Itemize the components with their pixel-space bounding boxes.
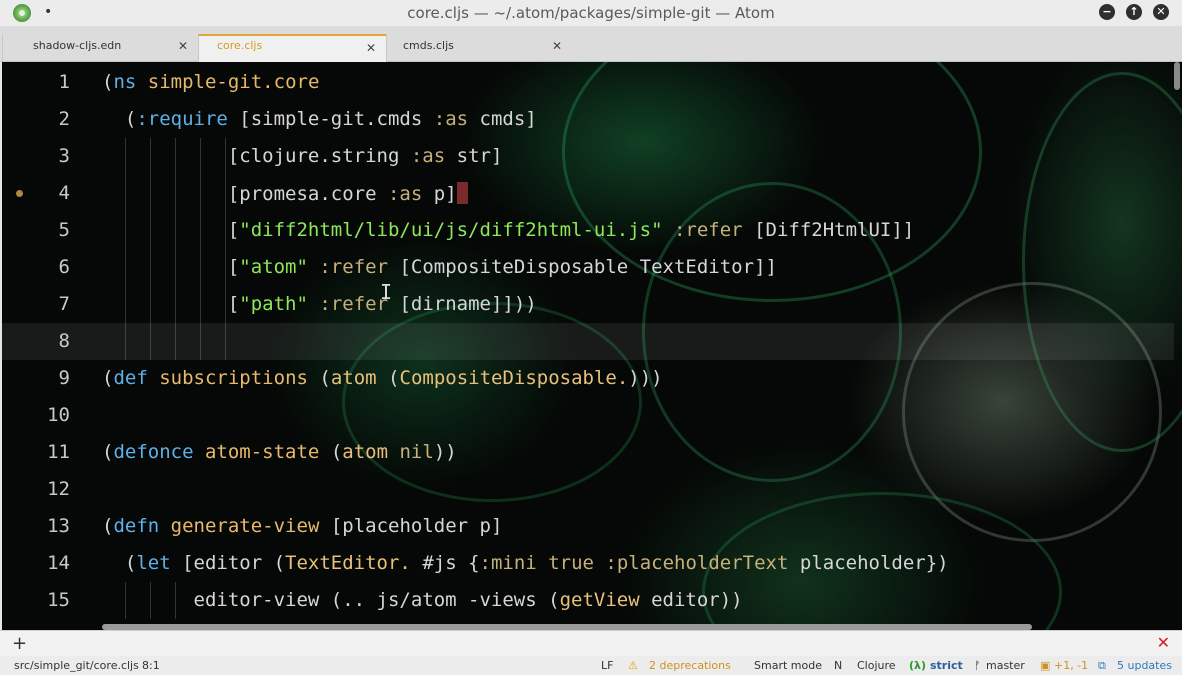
package-updates-icon: ⧉ (1098, 659, 1106, 672)
indent-guide (175, 323, 176, 360)
code-text: (let [editor (TextEditor. #js {:mini tru… (102, 552, 949, 574)
indent-guide (150, 323, 151, 360)
code-text: (def subscriptions (atom (CompositeDispo… (102, 367, 663, 389)
line-number: 10 (47, 404, 70, 426)
code-text: ["path" :refer [dirname]])) (102, 293, 537, 315)
code-text: ["diff2html/lib/ui/js/diff2html-ui.js" :… (102, 219, 915, 241)
close-window-button[interactable]: ✕ (1153, 4, 1169, 20)
package-updates[interactable]: 5 updates (1117, 659, 1172, 672)
tab-label: shadow-cljs.edn (33, 39, 122, 52)
code-editor[interactable]: 1 (ns simple-git.core 2 (:require [simpl… (2, 62, 1182, 630)
line-number: 12 (47, 478, 70, 500)
close-icon[interactable]: ✕ (178, 39, 188, 53)
close-icon[interactable]: ✕ (552, 39, 562, 53)
tab-cmds-cljs[interactable]: cmds.cljs ✕ (386, 34, 572, 62)
status-bar: src/simple_git/core.cljs 8:1 LF ⚠ 2 depr… (0, 656, 1182, 675)
code-line[interactable]: 5 ["diff2html/lib/ui/js/diff2html-ui.js"… (2, 212, 1174, 249)
bottom-panel-bar: + ✕ (0, 630, 1182, 656)
line-number: 4 (58, 182, 70, 204)
strict-mode-toggle[interactable]: strict (930, 659, 963, 672)
line-number: 9 (58, 367, 70, 389)
line-number: 1 (58, 71, 70, 93)
close-panel-button[interactable]: ✕ (1157, 633, 1170, 652)
code-line[interactable]: 3 [clojure.string :as str] (2, 138, 1174, 175)
line-number: 13 (47, 515, 70, 537)
line-number: 11 (47, 441, 70, 463)
indent-guide (125, 323, 126, 360)
indent-guide (225, 323, 226, 360)
code-text: (defn generate-view [placeholder p] (102, 515, 503, 537)
line-number: 15 (47, 589, 70, 611)
code-line[interactable]: 7 ["path" :refer [dirname]])) (2, 286, 1174, 323)
deprecations-link[interactable]: 2 deprecations (649, 659, 731, 672)
line-number: 14 (47, 552, 70, 574)
title-bar: • core.cljs — ~/.atom/packages/simple-gi… (0, 0, 1182, 26)
code-text: (defonce atom-state (atom nil)) (102, 441, 457, 463)
line-number: 6 (58, 256, 70, 278)
code-line[interactable]: 14 (let [editor (TextEditor. #js {:mini … (2, 545, 1174, 582)
vertical-scrollbar[interactable] (1174, 62, 1180, 90)
code-text: editor-view (.. js/atom -views (getView … (102, 589, 743, 611)
code-line[interactable]: 12 (2, 471, 1174, 508)
minimize-button[interactable]: − (1099, 4, 1115, 20)
lambda-icon: (λ) (909, 659, 927, 672)
git-diff-icon: ▣ (1040, 659, 1051, 672)
warning-icon: ⚠ (628, 659, 638, 672)
git-branch-icon: ᚠ (974, 659, 981, 672)
smart-mode-toggle[interactable]: Smart mode (754, 659, 822, 672)
window-title: core.cljs — ~/.atom/packages/simple-git … (407, 4, 775, 22)
tab-label: cmds.cljs (403, 39, 454, 52)
line-number: 7 (58, 293, 70, 315)
bracket-highlight (456, 182, 468, 204)
code-line[interactable]: 4 [promesa.core :as p] (2, 175, 1174, 212)
code-text: (ns simple-git.core (102, 71, 320, 93)
tab-label: core.cljs (217, 39, 263, 52)
code-line[interactable]: 15 editor-view (.. js/atom -views (getVi… (2, 582, 1174, 619)
code-line[interactable]: 11 (defonce atom-state (atom nil)) (2, 434, 1174, 471)
tab-bar: shadow-cljs.edn ✕ core.cljs ✕ cmds.cljs … (0, 26, 1182, 62)
code-line[interactable]: 2 (:require [simple-git.cmds :as cmds] (2, 101, 1174, 138)
code-line-current[interactable]: 8 (2, 323, 1174, 360)
file-path[interactable]: src/simple_git/core.cljs (14, 659, 139, 672)
line-number: 8 (58, 330, 70, 352)
code-text: (:require [simple-git.cmds :as cmds] (102, 108, 537, 130)
maximize-button[interactable]: ↑ (1126, 4, 1142, 20)
code-line[interactable]: 9 (def subscriptions (atom (CompositeDis… (2, 360, 1174, 397)
tab-core-cljs[interactable]: core.cljs ✕ (198, 34, 386, 62)
code-line[interactable]: 1 (ns simple-git.core (2, 64, 1174, 101)
line-number: 5 (58, 219, 70, 241)
code-line[interactable]: 10 (2, 397, 1174, 434)
cursor-position[interactable]: 8:1 (142, 659, 160, 672)
indent-guide (200, 323, 201, 360)
line-ending[interactable]: LF (601, 659, 613, 672)
code-text: [promesa.core :as p] (102, 182, 468, 205)
n-indicator[interactable]: N (834, 659, 842, 672)
tab-shadow-cljs-edn[interactable]: shadow-cljs.edn ✕ (2, 34, 198, 62)
git-branch[interactable]: master (986, 659, 1025, 672)
text-cursor-icon: I (380, 280, 393, 304)
code-line[interactable]: 13 (defn generate-view [placeholder p] (2, 508, 1174, 545)
close-icon[interactable]: ✕ (366, 41, 376, 55)
grammar-selector[interactable]: Clojure (857, 659, 896, 672)
add-panel-button[interactable]: + (12, 633, 27, 654)
line-number: 2 (58, 108, 70, 130)
code-text: [clojure.string :as str] (102, 145, 503, 167)
code-line[interactable]: 6 ["atom" :refer [CompositeDisposable Te… (2, 249, 1174, 286)
git-diff-count[interactable]: +1, -1 (1054, 659, 1088, 672)
line-number: 3 (58, 145, 70, 167)
code-text: ["atom" :refer [CompositeDisposable Text… (102, 256, 777, 278)
